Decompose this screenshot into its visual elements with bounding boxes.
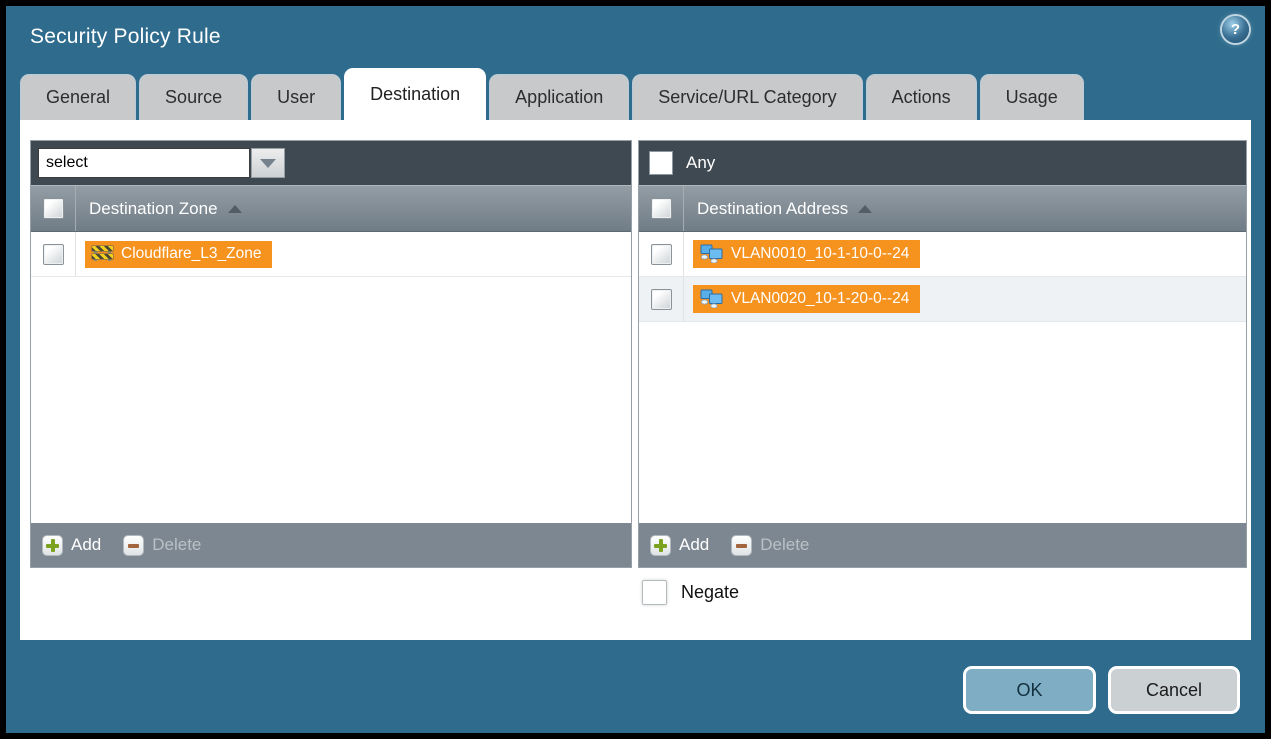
zone-table-header: Destination Zone [31,185,631,232]
address-row-checkbox[interactable] [651,289,672,310]
sort-ascending-icon [858,205,872,213]
zone-table-body: Cloudflare_L3_Zone [31,232,631,523]
address-panel-toolbar: Any [639,141,1246,185]
zone-row-checkbox-cell [31,232,76,276]
zone-delete-label: Delete [152,535,201,555]
cancel-button[interactable]: Cancel [1108,666,1240,714]
zone-add-label: Add [71,535,101,555]
add-icon [42,535,63,556]
address-delete-label: Delete [760,535,809,555]
zone-select-all-checkbox[interactable] [43,198,64,219]
zone-delete-button[interactable]: Delete [123,535,201,556]
tab-usage[interactable]: Usage [980,74,1084,120]
address-icon [700,289,723,308]
address-icon [700,244,723,263]
table-row: Cloudflare_L3_Zone [31,232,631,277]
security-policy-rule-dialog: Security Policy Rule ? General Source Us… [6,6,1265,733]
delete-icon [123,535,144,556]
tab-user[interactable]: User [251,74,341,120]
address-panel-footer: Add Delete [639,523,1246,567]
address-name: VLAN0020_10-1-20-0--24 [731,290,909,308]
ok-button[interactable]: OK [963,666,1096,714]
zone-panel-toolbar [31,141,631,185]
zone-icon [92,245,113,262]
zone-type-combobox [38,148,285,178]
any-checkbox[interactable] [649,151,673,175]
help-icon[interactable]: ? [1222,16,1249,43]
address-column-header[interactable]: Destination Address [684,186,872,231]
address-select-all-checkbox[interactable] [651,198,672,219]
address-header-checkbox-cell [639,186,684,231]
address-add-label: Add [679,535,709,555]
zone-add-button[interactable]: Add [42,535,101,556]
zone-type-dropdown-button[interactable] [251,148,285,178]
address-add-button[interactable]: Add [650,535,709,556]
sort-ascending-icon [228,205,242,213]
address-row-checkbox[interactable] [651,244,672,265]
delete-icon [731,535,752,556]
zone-column-header[interactable]: Destination Zone [76,186,242,231]
zone-header-checkbox-cell [31,186,76,231]
tab-bar: General Source User Destination Applicat… [20,68,1251,120]
zone-name: Cloudflare_L3_Zone [121,245,261,263]
add-icon [650,535,671,556]
zone-panel-footer: Add Delete [31,523,631,567]
destination-address-panel: Any Destination Address [638,140,1247,568]
tab-application[interactable]: Application [489,74,629,120]
address-table-body: VLAN0010_10-1-10-0--24 VLAN [639,232,1246,523]
zone-type-input[interactable] [38,148,250,178]
address-name: VLAN0010_10-1-10-0--24 [731,245,909,263]
zone-row-checkbox[interactable] [43,244,64,265]
address-chip[interactable]: VLAN0020_10-1-20-0--24 [693,285,920,313]
negate-row: Negate [642,580,739,605]
table-row: VLAN0020_10-1-20-0--24 [639,277,1246,322]
address-row-checkbox-cell [639,277,684,321]
tab-general[interactable]: General [20,74,136,120]
address-row-checkbox-cell [639,232,684,276]
address-table-header: Destination Address [639,185,1246,232]
address-delete-button[interactable]: Delete [731,535,809,556]
negate-checkbox[interactable] [642,580,667,605]
zone-column-header-label: Destination Zone [89,199,218,219]
tab-actions[interactable]: Actions [866,74,977,120]
dialog-title: Security Policy Rule [30,25,221,49]
destination-zone-panel: Destination Zone Cloudflare_L3_Zone [30,140,632,568]
any-label: Any [686,153,715,173]
tab-service-url-category[interactable]: Service/URL Category [632,74,862,120]
help-glyph: ? [1231,21,1240,38]
address-column-header-label: Destination Address [697,199,848,219]
destination-tab-content: Destination Zone Cloudflare_L3_Zone [20,120,1251,640]
zone-chip[interactable]: Cloudflare_L3_Zone [85,241,272,268]
tab-destination[interactable]: Destination [344,68,486,120]
table-row: VLAN0010_10-1-10-0--24 [639,232,1246,277]
address-chip[interactable]: VLAN0010_10-1-10-0--24 [693,240,920,268]
chevron-down-icon [260,159,276,168]
negate-label: Negate [681,582,739,603]
dialog-titlebar: Security Policy Rule ? [6,6,1265,68]
tab-source[interactable]: Source [139,74,248,120]
